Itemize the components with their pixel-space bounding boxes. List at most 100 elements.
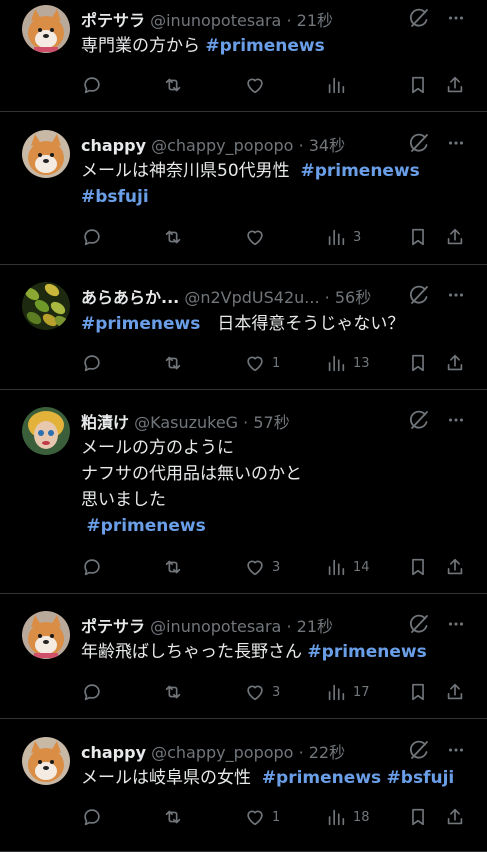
hashtag-link[interactable]: #primenews	[307, 642, 426, 662]
post[interactable]: ポテサラ @inunopotesara · 21秒 専門業の方から #primen…	[0, 0, 487, 112]
user-handle[interactable]: @n2VpdUS42u...	[184, 288, 319, 307]
share-button[interactable]	[444, 680, 466, 704]
views-button[interactable]	[325, 73, 353, 97]
reply-button[interactable]	[81, 555, 109, 579]
more-icon[interactable]	[445, 409, 467, 431]
bookmark-button[interactable]	[407, 555, 429, 579]
like-button[interactable]	[244, 225, 272, 249]
like-button[interactable]: 3	[244, 555, 280, 579]
avatar[interactable]	[22, 407, 70, 455]
repost-button[interactable]	[162, 225, 190, 249]
hashtag-link[interactable]: #primenews	[262, 768, 381, 788]
like-button[interactable]: 1	[244, 805, 280, 829]
repost-button[interactable]	[162, 805, 190, 829]
views-button[interactable]: 18	[325, 805, 370, 829]
post-time[interactable]: 22秒	[309, 743, 345, 762]
more-icon[interactable]	[445, 613, 467, 635]
post-text-segment: 年齢飛ばしちゃった長野さん	[81, 642, 308, 662]
share-icon	[444, 681, 466, 703]
share-icon	[444, 556, 466, 578]
header-actions	[407, 6, 467, 30]
grok-icon[interactable]	[407, 408, 431, 432]
repost-button[interactable]	[162, 351, 190, 375]
post-time[interactable]: 56秒	[335, 288, 371, 307]
post[interactable]: ポテサラ @inunopotesara · 21秒年齢飛ばしちゃった長野さん #…	[0, 594, 487, 719]
hashtag-link[interactable]: #primenews	[81, 314, 200, 334]
display-name[interactable]: chappy	[81, 743, 146, 762]
hashtag-link[interactable]: #bsfuji	[387, 768, 455, 788]
avatar[interactable]	[22, 130, 70, 178]
user-handle[interactable]: @chappy_popopo	[151, 136, 293, 155]
reply-button[interactable]	[81, 805, 109, 829]
grok-icon[interactable]	[407, 738, 431, 762]
views-icon	[325, 226, 347, 248]
user-handle[interactable]: @KasuzukeG	[134, 413, 238, 432]
views-button[interactable]: 3	[325, 225, 361, 249]
like-button[interactable]: 1	[244, 351, 280, 375]
more-icon[interactable]	[445, 739, 467, 761]
bookmark-button[interactable]	[407, 680, 429, 704]
user-handle[interactable]: @inunopotesara	[150, 11, 281, 30]
more-icon[interactable]	[445, 284, 467, 306]
hashtag-link[interactable]: #primenews	[300, 161, 419, 181]
like-icon	[244, 226, 266, 248]
avatar[interactable]	[22, 282, 70, 330]
bookmark-button[interactable]	[407, 225, 429, 249]
grok-icon[interactable]	[407, 131, 431, 155]
post-time[interactable]: 57秒	[253, 413, 289, 432]
views-button[interactable]: 14	[325, 555, 370, 579]
repost-button[interactable]	[162, 73, 190, 97]
display-name[interactable]: ポテサラ	[81, 11, 145, 30]
post[interactable]: chappy @chappy_popopo · 22秒 メールは岐阜県の女性 #p…	[0, 719, 487, 852]
repost-button[interactable]	[162, 680, 190, 704]
bookmark-button[interactable]	[407, 73, 429, 97]
reply-button[interactable]	[81, 73, 109, 97]
display-name[interactable]: ポテサラ	[81, 617, 145, 636]
share-button[interactable]	[444, 351, 466, 375]
avatar[interactable]	[22, 611, 70, 659]
avatar[interactable]	[22, 5, 70, 53]
like-button[interactable]: 3	[244, 680, 280, 704]
separator-dot: ·	[243, 413, 249, 432]
reply-button[interactable]	[81, 225, 109, 249]
user-handle[interactable]: @inunopotesara	[150, 617, 281, 636]
views-icon	[325, 806, 347, 828]
display-name[interactable]: あらあらか...	[81, 288, 179, 307]
post[interactable]: 粕漬け @KasuzukeG · 57秒 メールの方のように ナフサの代用品は無い…	[0, 390, 487, 594]
display-name[interactable]: chappy	[81, 136, 146, 155]
more-icon[interactable]	[445, 7, 467, 29]
post[interactable]: あらあらか... @n2VpdUS42u... · 56秒 #primenews …	[0, 265, 487, 390]
reply-button[interactable]	[81, 680, 109, 704]
grok-icon[interactable]	[407, 6, 431, 30]
avatar[interactable]	[22, 737, 70, 785]
repost-button[interactable]	[162, 555, 190, 579]
grok-icon[interactable]	[407, 612, 431, 636]
action-bar: 3 14	[0, 555, 487, 579]
post-text: 年齢飛ばしちゃった長野さん #primenews	[81, 639, 469, 665]
separator-dot: ·	[286, 617, 292, 636]
share-button[interactable]	[444, 555, 466, 579]
header-actions	[407, 131, 467, 155]
post-time[interactable]: 21秒	[297, 617, 333, 636]
user-handle[interactable]: @chappy_popopo	[151, 743, 293, 762]
more-icon[interactable]	[445, 132, 467, 154]
like-count: 1	[272, 355, 281, 371]
post-time[interactable]: 34秒	[309, 136, 345, 155]
share-button[interactable]	[444, 805, 466, 829]
grok-icon[interactable]	[407, 283, 431, 307]
hashtag-link[interactable]: #primenews	[86, 516, 205, 536]
share-button[interactable]	[444, 225, 466, 249]
display-name[interactable]: 粕漬け	[81, 413, 129, 432]
views-button[interactable]: 13	[325, 351, 370, 375]
share-button[interactable]	[444, 73, 466, 97]
like-button[interactable]	[244, 73, 272, 97]
reply-icon	[81, 681, 103, 703]
bookmark-button[interactable]	[407, 351, 429, 375]
post[interactable]: chappy @chappy_popopo · 34秒 メールは神奈川県50代男性…	[0, 112, 487, 265]
reply-button[interactable]	[81, 351, 109, 375]
hashtag-link[interactable]: #bsfuji	[81, 187, 149, 207]
hashtag-link[interactable]: #primenews	[205, 36, 324, 56]
bookmark-button[interactable]	[407, 805, 429, 829]
views-button[interactable]: 17	[325, 680, 370, 704]
post-time[interactable]: 21秒	[297, 11, 333, 30]
